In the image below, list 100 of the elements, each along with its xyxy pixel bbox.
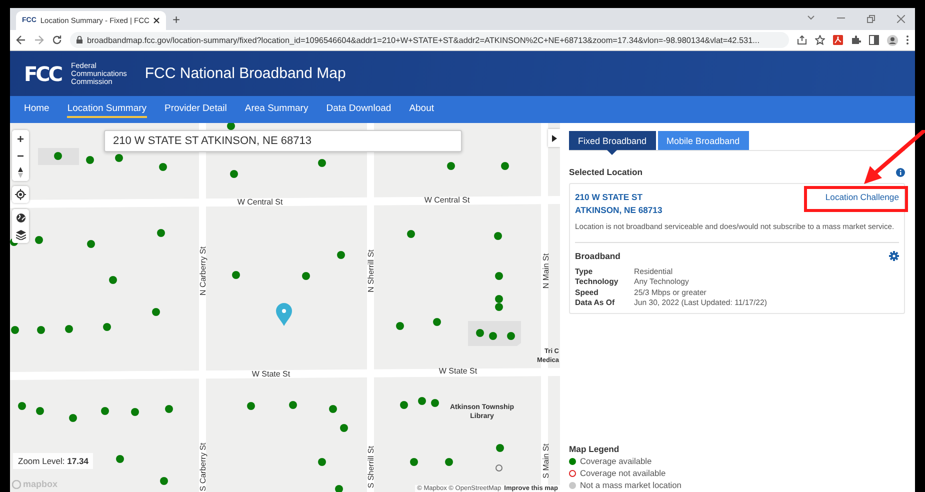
- close-icon[interactable]: [153, 17, 160, 24]
- coverage-dot[interactable]: [418, 397, 426, 405]
- coverage-dot[interactable]: [247, 402, 255, 410]
- coverage-dot[interactable]: [447, 162, 455, 170]
- coverage-dot[interactable]: [115, 154, 123, 162]
- compass-button[interactable]: [12, 164, 29, 181]
- coverage-dot[interactable]: [116, 455, 124, 463]
- coverage-dot[interactable]: [507, 332, 515, 340]
- coverage-dot[interactable]: [489, 332, 497, 340]
- coverage-dot[interactable]: [337, 251, 345, 259]
- broadband-tab[interactable]: Mobile Broadband: [658, 131, 749, 150]
- broadband-tab[interactable]: Fixed Broadband: [569, 131, 656, 150]
- share-icon[interactable]: [797, 35, 807, 45]
- coverage-dot[interactable]: [65, 325, 73, 333]
- street-label: S Carberry St: [198, 442, 208, 492]
- locate-button[interactable]: [12, 186, 29, 203]
- coverage-dot[interactable]: [329, 405, 337, 413]
- coverage-dot[interactable]: [496, 444, 504, 452]
- coverage-dot[interactable]: [18, 402, 26, 410]
- site-title: FCC National Broadband Map: [144, 65, 346, 82]
- coverage-dot[interactable]: [54, 152, 62, 160]
- coverage-dot[interactable]: [318, 458, 326, 466]
- building-footprint: [38, 148, 79, 165]
- coverage-dot[interactable]: [396, 322, 404, 330]
- globe-icon: [16, 212, 26, 222]
- coverage-dot[interactable]: [495, 295, 503, 303]
- coverage-dot[interactable]: [165, 405, 173, 413]
- coverage-dot[interactable]: [131, 408, 139, 416]
- nav-link[interactable]: Home: [24, 101, 50, 118]
- coverage-dot[interactable]: [410, 458, 418, 466]
- layers-icon: [16, 230, 26, 240]
- broadband-title: Broadband: [575, 250, 620, 260]
- street-label: S Main St: [542, 444, 550, 478]
- star-icon[interactable]: [815, 35, 825, 45]
- nav-link[interactable]: About: [409, 101, 434, 118]
- coverage-dot[interactable]: [476, 329, 484, 337]
- coverage-dot[interactable]: [37, 326, 45, 334]
- side-panel-icon[interactable]: [869, 35, 879, 45]
- coverage-dot[interactable]: [69, 414, 77, 422]
- kebab-menu-icon[interactable]: [906, 35, 909, 45]
- coverage-dot[interactable]: [407, 230, 415, 238]
- chevron-down-icon[interactable]: [807, 15, 815, 21]
- coverage-dot[interactable]: [87, 240, 95, 248]
- street-label: W State St: [438, 366, 478, 376]
- info-icon[interactable]: [896, 168, 905, 176]
- layers-button[interactable]: [12, 226, 29, 243]
- settings-icon[interactable]: [889, 250, 899, 260]
- nav-link[interactable]: Location Summary: [67, 101, 147, 118]
- coverage-dot[interactable]: [289, 401, 297, 409]
- panel-toggle-button[interactable]: [548, 129, 560, 147]
- new-tab-button[interactable]: +: [172, 12, 180, 26]
- minimize-icon[interactable]: [837, 15, 845, 21]
- coverage-dot[interactable]: [445, 458, 453, 466]
- coverage-dot[interactable]: [431, 399, 439, 407]
- coverage-dot[interactable]: [232, 271, 240, 279]
- coverage-dot[interactable]: [36, 407, 44, 415]
- location-dot[interactable]: [496, 464, 502, 472]
- coverage-dot[interactable]: [160, 477, 168, 485]
- coverage-dot[interactable]: [103, 323, 111, 331]
- coverage-dot[interactable]: [501, 162, 509, 170]
- street-label: N Sherrill St: [366, 250, 376, 292]
- profile-icon[interactable]: [887, 34, 898, 46]
- location-pin-icon[interactable]: [276, 303, 292, 326]
- location-pin-dot: [282, 309, 286, 313]
- coverage-dot[interactable]: [101, 407, 109, 415]
- coverage-dot[interactable]: [157, 229, 165, 237]
- coverage-dot[interactable]: [318, 159, 326, 167]
- coverage-dot[interactable]: [495, 303, 503, 311]
- zoom-out-button[interactable]: −: [12, 147, 29, 164]
- coverage-dot[interactable]: [159, 163, 167, 171]
- coverage-dot[interactable]: [302, 272, 310, 280]
- coverage-dot[interactable]: [494, 232, 502, 240]
- puzzle-icon[interactable]: [851, 35, 861, 45]
- coverage-dot[interactable]: [35, 236, 43, 244]
- fcc-logo[interactable]: FCC: [24, 62, 62, 86]
- coverage-dot[interactable]: [400, 401, 408, 409]
- nav-link[interactable]: Provider Detail: [164, 101, 227, 118]
- coverage-dot[interactable]: [230, 170, 238, 178]
- address-bar[interactable]: broadbandmap.fcc.gov/location-summary/fixed?location_id=1096546604&addr1=210+W+STATE+ST&addr2=ATKINSON%2C+NE+68713&zoom=17.34&vlon=-98.980134&vlat=42.531...: [70, 32, 789, 48]
- back-icon[interactable]: [16, 35, 26, 45]
- location-address[interactable]: 210 W STATE ST ATKINSON, NE 68713: [575, 191, 662, 217]
- street-label: N Main St: [542, 253, 550, 289]
- reload-icon[interactable]: [52, 35, 62, 45]
- globe-button[interactable]: [12, 209, 29, 226]
- street-label: S Sherrill St: [366, 446, 376, 488]
- restore-icon[interactable]: [867, 15, 875, 23]
- legend-label: Coverage available: [580, 456, 652, 466]
- nav-link[interactable]: Data Download: [326, 101, 392, 118]
- coverage-dot[interactable]: [495, 272, 503, 280]
- coverage-dot[interactable]: [11, 326, 19, 334]
- nav-link[interactable]: Area Summary: [244, 101, 308, 118]
- coverage-dot[interactable]: [86, 156, 94, 164]
- pdf-icon[interactable]: [833, 35, 843, 45]
- zoom-level-label: Zoom Level: 17.34: [13, 453, 94, 469]
- coverage-dot[interactable]: [152, 308, 160, 316]
- coverage-dot[interactable]: [109, 276, 117, 284]
- location-challenge-link[interactable]: Location Challenge: [825, 192, 899, 202]
- coverage-dot[interactable]: [340, 424, 348, 432]
- zoom-in-button[interactable]: +: [12, 130, 29, 147]
- coverage-dot[interactable]: [433, 318, 441, 326]
